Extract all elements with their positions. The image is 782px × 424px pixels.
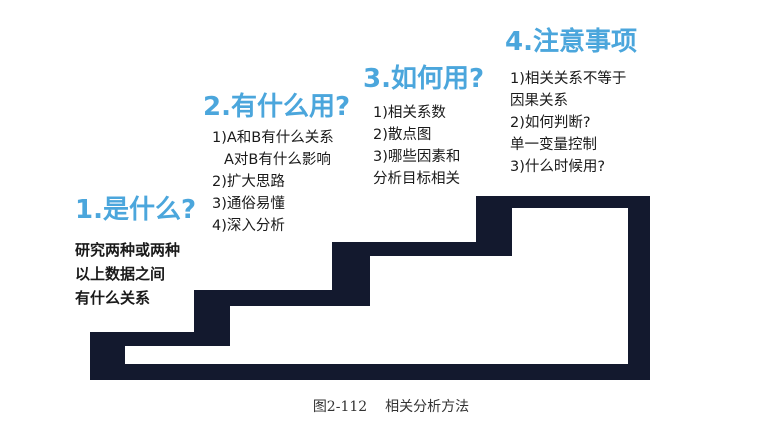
step-2-title: 2.有什么用? [203,92,351,122]
step-2-line: 1)A和B有什么关系 [212,130,334,146]
step-3-line: 2)散点图 [373,127,432,143]
step-1-line: 以上数据之间 [75,265,166,283]
step-2-description: 1)A和B有什么关系 A对B有什么影响 2)扩大思路 3)通俗易懂 4)深入分析 [212,127,334,237]
step-3-line: 分析目标相关 [373,171,460,187]
figure-caption: 图2-112 相关分析方法 [0,396,782,416]
step-3-description: 1)相关系数 2)散点图 3)哪些因素和 分析目标相关 [373,102,460,190]
step-2-line: 4)深入分析 [212,218,285,234]
step-4-title: 4.注意事项 [505,27,637,57]
step-2-line: 2)扩大思路 [212,174,285,190]
step-4-description: 1)相关关系不等于 因果关系 2)如何判断? 单一变量控制 3)什么时候用? [510,68,626,178]
step-4-line: 因果关系 [510,93,568,109]
step-3-title: 3.如何用? [363,64,485,94]
step-2-line: 3)通俗易懂 [212,196,285,212]
step-1-line: 有什么关系 [75,289,151,307]
figure-number: 图2-112 [312,399,368,415]
step-4-line: 1)相关关系不等于 [510,71,627,87]
step-4-line: 单一变量控制 [510,137,597,153]
step-1-title: 1.是什么? [75,195,197,225]
step-2-line: A对B有什么影响 [224,152,331,168]
step-4-line: 2)如何判断? [510,115,591,131]
step-3-line: 3)哪些因素和 [373,149,461,165]
step-1-description: 研究两种或两种 以上数据之间 有什么关系 [75,238,180,310]
step-4-line: 3)什么时候用? [510,159,606,175]
figure-title: 相关分析方法 [385,399,470,415]
step-3-line: 1)相关系数 [373,105,446,121]
diagram-stage: 1.是什么? 研究两种或两种 以上数据之间 有什么关系 2.有什么用? 1)A和… [0,0,782,424]
step-1-line: 研究两种或两种 [75,241,181,259]
